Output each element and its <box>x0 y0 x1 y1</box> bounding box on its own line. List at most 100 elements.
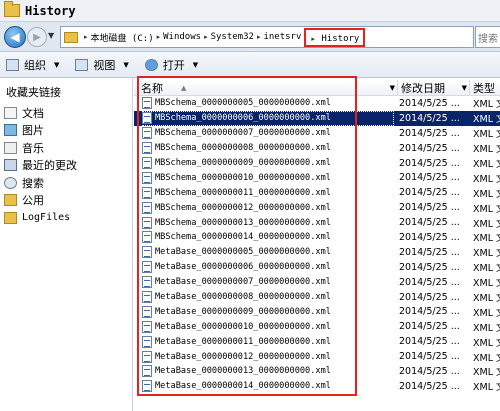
views-button[interactable]: 视图 ▼ <box>75 57 129 73</box>
ie-open-icon <box>144 58 158 71</box>
file-name-cell[interactable]: MetaBase_0000000012_0000000000.xml <box>142 349 394 364</box>
xml-file-icon <box>142 320 152 333</box>
table-row[interactable]: MetaBase_0000000009_0000000000.xml 2014/5… <box>134 304 500 319</box>
table-row[interactable]: MBSchema_0000000014_0000000000.xml 2014/5… <box>134 230 500 245</box>
file-name-cell[interactable]: MetaBase_0000000009_0000000000.xml <box>142 304 394 319</box>
file-name-cell[interactable]: MetaBase_0000000006_0000000000.xml <box>142 260 394 275</box>
file-name-cell[interactable]: MetaBase_0000000014_0000000000.xml <box>142 379 394 394</box>
table-row[interactable]: MetaBase_0000000008_0000000000.xml 2014/5… <box>134 290 500 305</box>
file-name-cell[interactable]: MBSchema_0000000006_0000000000.xml <box>142 110 394 126</box>
file-name-cell[interactable]: MetaBase_0000000013_0000000000.xml <box>142 364 394 379</box>
file-date: 2014/5/25 ... <box>399 380 460 392</box>
table-row[interactable]: MetaBase_0000000014_0000000000.xml 2014/5… <box>134 379 500 394</box>
nav-item-pictures[interactable]: 图片 <box>0 122 132 140</box>
xml-file-icon <box>142 157 152 169</box>
table-row[interactable]: MBSchema_0000000006_0000000000.xml 2014/5… <box>134 110 500 126</box>
table-row[interactable]: MBSchema_0000000012_0000000000.xml 2014/5… <box>134 200 500 215</box>
file-name-cell[interactable]: MBSchema_0000000014_0000000000.xml <box>142 230 394 245</box>
breadcrumb[interactable]: ▸ 本地磁盘 (C:) ▸ Windows ▸ System32 ▸ inets… <box>60 26 474 48</box>
breadcrumb-item[interactable]: Windows <box>163 32 201 42</box>
folder-icon <box>64 31 78 43</box>
organize-label: 组织 <box>24 58 46 72</box>
file-name: MetaBase_0000000012_0000000000.xml <box>155 351 331 362</box>
table-row[interactable]: MetaBase_0000000012_0000000000.xml 2014/5… <box>134 349 500 364</box>
column-header-type[interactable]: 类型 <box>470 80 500 96</box>
breadcrumb-separator-icon[interactable]: ▸ <box>157 33 161 41</box>
table-row[interactable]: MetaBase_0000000013_0000000000.xml 2014/5… <box>134 364 500 379</box>
music-icon <box>4 141 17 154</box>
file-name-cell[interactable]: MetaBase_0000000005_0000000000.xml <box>142 245 394 260</box>
breadcrumb-separator-icon[interactable]: ▸ <box>84 33 88 41</box>
views-label: 视图 <box>93 58 116 72</box>
nav-item-recently-changed[interactable]: 最近的更改 <box>0 157 132 175</box>
table-row[interactable]: MBSchema_0000000011_0000000000.xml 2014/5… <box>134 185 500 200</box>
search-input[interactable]: 搜索 <box>475 26 500 48</box>
xml-file-icon <box>142 380 152 393</box>
table-row[interactable]: MetaBase_0000000006_0000000000.xml 2014/5… <box>134 260 500 275</box>
chevron-down-icon[interactable]: ▼ <box>390 84 395 92</box>
breadcrumb-item[interactable]: System32 <box>211 32 254 42</box>
window-title: History <box>25 3 76 18</box>
xml-file-icon <box>142 171 152 184</box>
nav-item-logfiles[interactable]: LogFiles <box>0 209 132 227</box>
breadcrumb-separator-icon[interactable]: ▸ <box>257 33 261 41</box>
organize-icon <box>6 58 19 71</box>
file-name-cell[interactable]: MBSchema_0000000005_0000000000.xml <box>142 96 394 111</box>
file-name-cell[interactable]: MBSchema_0000000011_0000000000.xml <box>142 185 394 200</box>
nav-item-documents[interactable]: 文档 <box>0 104 132 122</box>
file-name: MetaBase_0000000010_0000000000.xml <box>155 321 331 332</box>
xml-file-icon <box>142 201 152 214</box>
column-label: 修改日期 <box>401 82 445 95</box>
file-name: MBSchema_0000000006_0000000000.xml <box>155 113 331 124</box>
file-name-cell[interactable]: MBSchema_0000000012_0000000000.xml <box>142 200 394 215</box>
recent-pages-chevron-icon[interactable]: ▼ <box>48 31 54 40</box>
file-name-cell[interactable]: MBSchema_0000000008_0000000000.xml <box>142 141 394 156</box>
breadcrumb-item[interactable]: inetsrv <box>263 32 301 42</box>
file-name: MBSchema_0000000013_0000000000.xml <box>155 217 331 228</box>
table-row[interactable]: MetaBase_0000000005_0000000000.xml 2014/5… <box>134 245 500 260</box>
table-row[interactable]: MBSchema_0000000010_0000000000.xml 2014/5… <box>134 170 500 185</box>
file-name: MBSchema_0000000012_0000000000.xml <box>155 202 331 213</box>
file-name-cell[interactable]: MetaBase_0000000010_0000000000.xml <box>142 319 394 334</box>
file-name-cell[interactable]: MetaBase_0000000007_0000000000.xml <box>142 275 394 290</box>
table-row[interactable]: MetaBase_0000000011_0000000000.xml 2014/5… <box>134 334 500 349</box>
favorite-links-header: 收藏夹链接 <box>6 86 61 99</box>
back-arrow-icon[interactable]: ◀ <box>4 26 26 48</box>
xml-file-icon <box>142 350 152 363</box>
file-name: MetaBase_0000000006_0000000000.xml <box>155 262 331 273</box>
table-row[interactable]: MBSchema_0000000009_0000000000.xml 2014/5… <box>134 156 500 171</box>
column-header-date[interactable]: 修改日期 ▼ <box>398 80 470 96</box>
table-row[interactable]: MBSchema_0000000008_0000000000.xml 2014/5… <box>134 141 500 156</box>
file-name-cell[interactable]: MBSchema_0000000009_0000000000.xml <box>142 156 394 171</box>
forward-arrow-icon[interactable]: ▶ <box>27 27 47 47</box>
file-name-cell[interactable]: MetaBase_0000000011_0000000000.xml <box>142 334 394 349</box>
file-name: MBSchema_0000000008_0000000000.xml <box>155 143 331 154</box>
file-name-cell[interactable]: MBSchema_0000000007_0000000000.xml <box>142 126 394 141</box>
file-name-cell[interactable]: MBSchema_0000000010_0000000000.xml <box>142 170 394 185</box>
file-name: MBSchema_0000000007_0000000000.xml <box>155 128 331 139</box>
open-button[interactable]: 打开 ▼ <box>144 57 198 73</box>
nav-item-music[interactable]: 音乐 <box>0 139 132 157</box>
breadcrumb-current[interactable]: History <box>321 34 359 44</box>
file-name: MetaBase_0000000013_0000000000.xml <box>155 366 331 377</box>
table-row[interactable]: MBSchema_0000000007_0000000000.xml 2014/5… <box>134 126 500 141</box>
file-date: 2014/5/25 ... <box>399 365 460 377</box>
breadcrumb-current-highlight[interactable]: ▸ History <box>304 27 366 47</box>
table-row[interactable]: MBSchema_0000000005_0000000000.xml 2014/5… <box>134 96 500 111</box>
file-list: 名称 ▲ ▼ 修改日期 ▼ 类型 MBSchema_0000000005_000… <box>134 78 500 411</box>
chevron-down-icon[interactable]: ▼ <box>462 84 467 92</box>
file-type: XML 文 <box>473 218 500 230</box>
file-name-cell[interactable]: MetaBase_0000000008_0000000000.xml <box>142 290 394 305</box>
breadcrumb-item[interactable]: 本地磁盘 (C:) <box>91 31 154 44</box>
nav-item-public[interactable]: 公用 <box>0 192 132 210</box>
file-name-cell[interactable]: MBSchema_0000000013_0000000000.xml <box>142 215 394 230</box>
table-row[interactable]: MBSchema_0000000013_0000000000.xml 2014/5… <box>134 215 500 230</box>
breadcrumb-separator-icon[interactable]: ▸ <box>204 33 208 41</box>
table-row[interactable]: MetaBase_0000000010_0000000000.xml 2014/5… <box>134 319 500 334</box>
documents-icon <box>4 106 17 119</box>
organize-button[interactable]: 组织 ▼ <box>6 57 59 73</box>
file-date: 2014/5/25 ... <box>399 127 460 139</box>
nav-item-searches[interactable]: 搜索 <box>0 174 132 192</box>
table-row[interactable]: MetaBase_0000000007_0000000000.xml 2014/5… <box>134 275 500 290</box>
column-header-name[interactable]: 名称 ▲ ▼ <box>138 80 398 96</box>
